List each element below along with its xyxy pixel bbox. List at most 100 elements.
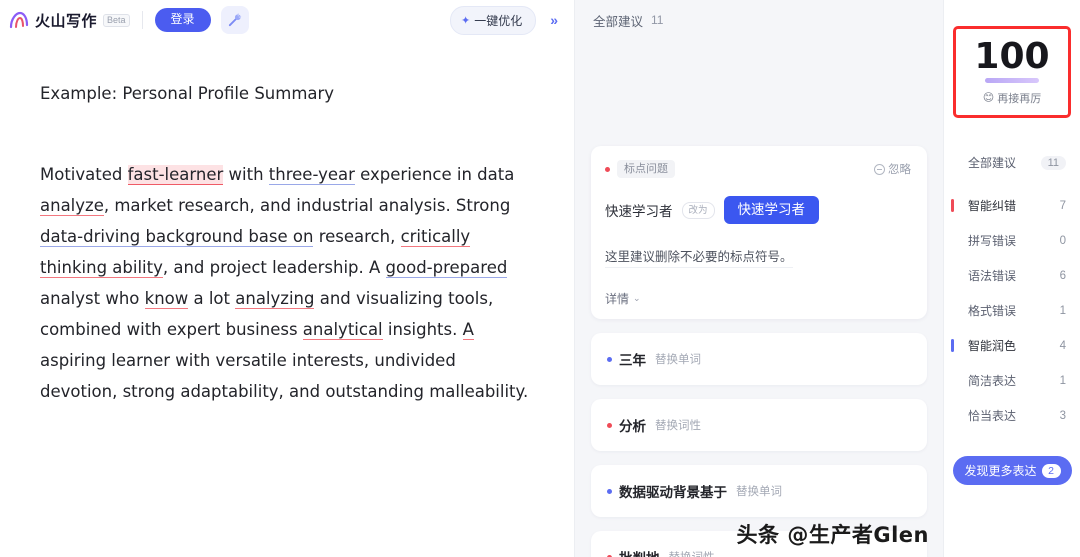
category-count: 4 — [1059, 339, 1066, 352]
text-span: research, — [313, 226, 401, 246]
magic-wand-icon[interactable] — [220, 6, 249, 34]
category-item[interactable]: 全部建议 11 — [944, 148, 1080, 177]
discover-more-button[interactable]: 发现更多表达 2 — [953, 456, 1072, 485]
severity-dot-icon — [605, 166, 610, 172]
category-item[interactable]: 智能纠错 7 — [944, 191, 1080, 220]
score-box: 100 😊 再接再厉 — [953, 26, 1071, 118]
category-item[interactable]: 格式错误 1 — [944, 296, 1080, 325]
brand[interactable]: 火山写作 Beta — [8, 10, 130, 31]
category-label: 智能纠错 — [968, 199, 1017, 213]
category-indicator-bar — [951, 339, 954, 352]
document-area[interactable]: Example: Personal Profile Summary Motiva… — [0, 40, 574, 557]
category-label: 全部建议 — [968, 156, 1017, 170]
suggestions-header: 全部建议 11 — [575, 0, 943, 40]
suggestion-word: 批判地 — [619, 547, 660, 557]
suggestion-kind: 替换单词 — [736, 486, 782, 499]
error-span: analyze — [40, 195, 104, 216]
score-sidebar: 100 😊 再接再厉 全部建议 11 智能纠错 7 拼写错误 0 语法错误 6 格式错误 1 智能润… — [943, 0, 1080, 557]
ignore-label: 忽略 — [888, 164, 911, 177]
text-span: , market research, and industrial analys… — [103, 195, 511, 215]
suggestion-card[interactable]: 标点问题 忽略 快速学习者 改为 快速学习者 这里建议删除不必要的标点符号。 详… — [591, 146, 927, 320]
text-span: insights. — [382, 319, 463, 339]
score-underline-decoration — [985, 77, 1039, 83]
category-indicator-bar — [951, 199, 954, 212]
category-count: 3 — [1059, 409, 1066, 422]
smile-icon: 😊 — [982, 92, 995, 104]
text-span: analyst who — [40, 288, 145, 308]
apply-replacement-button[interactable]: 快速学习者 — [723, 196, 820, 225]
volcano-logo-icon — [8, 10, 30, 30]
login-button[interactable]: 登录 — [154, 8, 211, 32]
category-label: 拼写错误 — [968, 234, 1017, 248]
category-label: 格式错误 — [968, 304, 1017, 318]
one-click-optimize-button[interactable]: ✦ 一键优化 — [449, 5, 537, 35]
watermark: 头条 @生产者Glen — [736, 523, 929, 547]
suggestion-kind: 替换词性 — [655, 420, 701, 433]
suggestion-kind: 替换词性 — [669, 549, 715, 557]
category-label: 智能润色 — [968, 339, 1017, 353]
severity-dot-icon — [607, 422, 612, 428]
category-item[interactable]: 简洁表达 1 — [944, 366, 1080, 395]
ignore-button[interactable]: 忽略 — [874, 161, 911, 177]
circle-minus-icon — [874, 163, 885, 175]
category-item[interactable]: 恰当表达 3 — [944, 401, 1080, 430]
category-count: 1 — [1059, 304, 1066, 317]
category-menu: 全部建议 11 智能纠错 7 拼写错误 0 语法错误 6 格式错误 1 智能润色 4 简洁表达 1 恰当表达… — [944, 148, 1080, 436]
suggestion-card-header: 标点问题 忽略 — [605, 160, 911, 179]
score-label-text: 再接再厉 — [997, 92, 1042, 105]
suggestion-kind: 替换单词 — [655, 354, 701, 367]
suggestion-description: 这里建议删除不必要的标点符号。 — [605, 246, 793, 269]
category-item[interactable]: 拼写错误 0 — [944, 226, 1080, 255]
error-span: know — [144, 288, 189, 309]
document-body[interactable]: Motivated fast-learner with three-year e… — [40, 159, 534, 407]
change-to-pill: 改为 — [681, 201, 715, 220]
brand-name: 火山写作 — [35, 12, 98, 30]
chevron-down-icon: ⌄ — [633, 293, 641, 304]
category-count: 7 — [1059, 199, 1066, 212]
text-span: a lot — [188, 288, 236, 308]
severity-dot-icon — [607, 488, 612, 494]
editor-toolbar: 火山写作 Beta 登录 ✦ 一键优化 » — [0, 0, 574, 40]
suggestions-column: 全部建议 11 标点问题 忽略 快速学习者 改为 快速学习者 这里建议删除不必要… — [575, 0, 943, 557]
polish-span: good-prepared — [385, 257, 508, 278]
category-count: 11 — [1040, 155, 1066, 170]
category-label: 简洁表达 — [968, 374, 1017, 388]
app-root: 火山写作 Beta 登录 ✦ 一键优化 » Example: Personal … — [0, 0, 1080, 557]
category-count: 0 — [1059, 234, 1066, 247]
severity-dot-icon — [607, 356, 612, 362]
error-span: analyzing — [235, 288, 315, 309]
collapse-panel-icon[interactable]: » — [544, 10, 564, 30]
suggestion-row[interactable]: 三年 替换单词 — [591, 333, 927, 386]
replacement-row: 快速学习者 改为 快速学习者 — [605, 196, 911, 225]
score-label: 😊 再接再厉 — [983, 90, 1041, 106]
error-span-highlighted: fast-learner — [127, 164, 224, 185]
category-item[interactable]: 智能润色 4 — [944, 331, 1080, 360]
polish-span: data-driving background base on — [40, 226, 314, 247]
optimize-label: 一键优化 — [474, 13, 523, 28]
category-label: 恰当表达 — [968, 409, 1017, 423]
sparkle-icon: ✦ — [460, 14, 471, 27]
error-span: analytical — [302, 319, 383, 340]
beta-tag: Beta — [103, 13, 130, 27]
suggestions-header-count: 11 — [651, 13, 664, 27]
polish-span: three-year — [268, 164, 355, 185]
detail-toggle[interactable]: 详情 ⌄ — [605, 290, 911, 307]
suggestion-type-tag: 标点问题 — [617, 160, 675, 179]
suggestion-row[interactable]: 分析 替换词性 — [591, 399, 927, 452]
category-label: 语法错误 — [968, 269, 1017, 283]
original-word: 快速学习者 — [605, 204, 673, 220]
suggestion-word: 数据驱动背景基于 — [619, 485, 727, 501]
detail-label: 详情 — [605, 292, 630, 307]
suggestion-word: 分析 — [619, 419, 646, 435]
text-span: aspiring learner with versatile interest… — [40, 350, 529, 401]
suggestions-scroll[interactable]: 标点问题 忽略 快速学习者 改为 快速学习者 这里建议删除不必要的标点符号。 详… — [575, 40, 943, 557]
score-value: 100 — [974, 35, 1050, 77]
error-span: A — [462, 319, 474, 340]
discover-badge: 2 — [1041, 463, 1061, 478]
suggestions-header-label: 全部建议 — [593, 14, 644, 29]
category-count: 1 — [1059, 374, 1066, 387]
category-item[interactable]: 语法错误 6 — [944, 261, 1080, 290]
discover-label: 发现更多表达 — [964, 464, 1037, 478]
text-span: with — [223, 164, 269, 184]
suggestion-row[interactable]: 数据驱动背景基于 替换单词 — [591, 465, 927, 518]
